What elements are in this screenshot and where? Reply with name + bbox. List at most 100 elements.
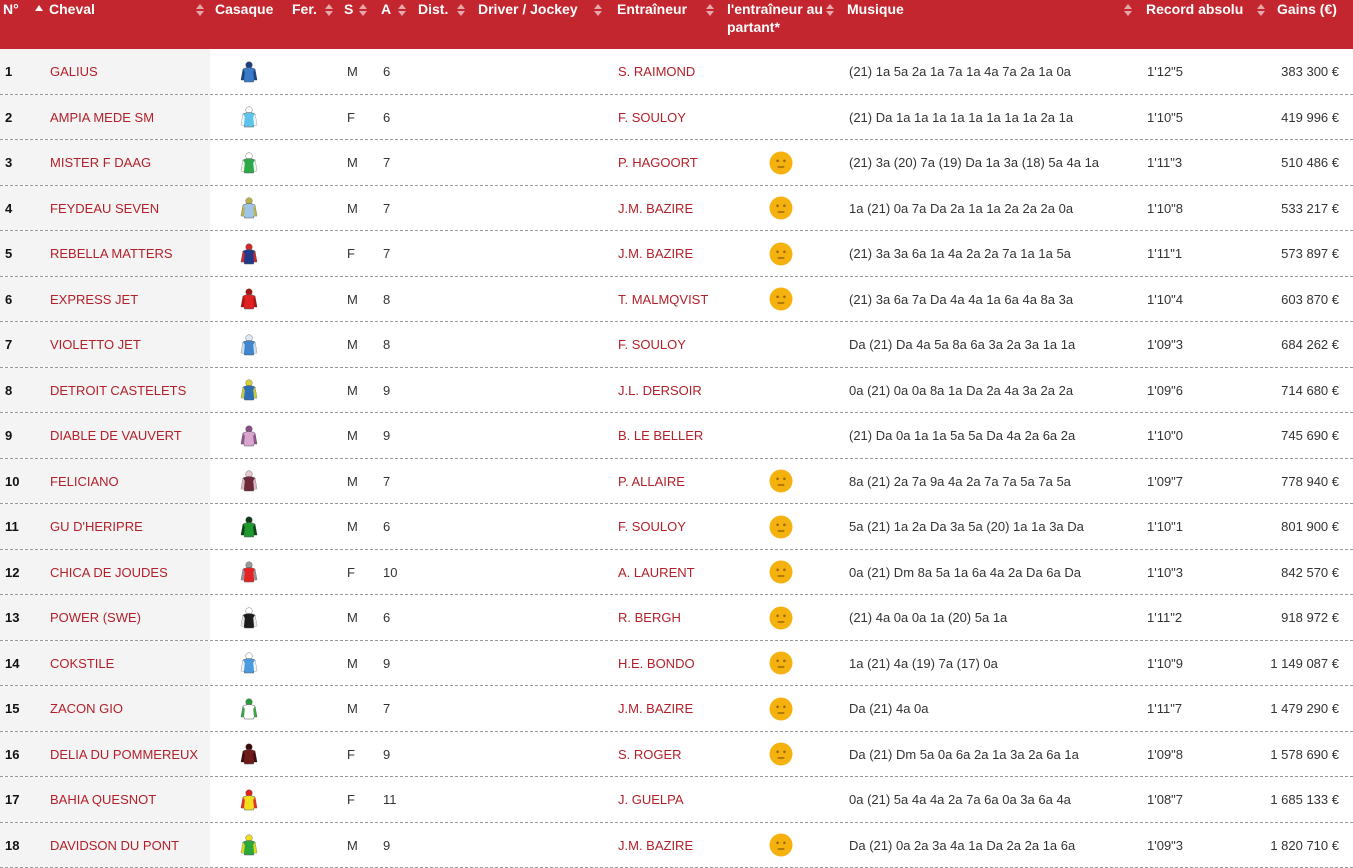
trainer-link[interactable]: F. SOULOY (618, 95, 686, 139)
header-sexe[interactable]: S (344, 1, 353, 17)
horse-name-link[interactable]: DELIA DU POMMEREUX (50, 732, 198, 776)
musique-performance: 8a (21) 2a 7a 9a 4a 2a 7a 7a 5a 7a 5a (849, 473, 1071, 489)
table-row[interactable]: 17 BAHIA QUESNOT F 11 J. GUELPA 0a (21) 5a 4a… (0, 777, 1353, 823)
header-dist[interactable]: Dist. (418, 1, 448, 17)
trainer-link[interactable]: J.M. BAZIRE (618, 686, 693, 731)
table-row[interactable]: 3 MISTER F DAAG M 7 P. HAGOORT (21) 3a (20) 7… (0, 140, 1353, 186)
table-row[interactable]: 15 ZACON GIO M 7 J.M. BAZIRE Da (21) 4a 0a 1'1… (0, 686, 1353, 732)
trainer-link[interactable]: S. ROGER (618, 732, 682, 776)
table-row[interactable]: 8 DETROIT CASTELETS M 9 J.L. DERSOIR 0a (21) … (0, 368, 1353, 413)
horse-name-link[interactable]: FELICIANO (50, 459, 119, 503)
horse-name-link[interactable]: POWER (SWE) (50, 595, 141, 640)
table-row[interactable]: 6 EXPRESS JET M 8 T. MALMQVIST (21) 3a 6a 7a … (0, 277, 1353, 322)
trainer-link[interactable]: B. LE BELLER (618, 413, 703, 458)
gains-amount: 1 578 690 € (1270, 746, 1339, 762)
header-entraineur-partant[interactable]: l'entraîneur au (727, 1, 823, 17)
horse-name-link[interactable]: FEYDEAU SEVEN (50, 186, 159, 230)
horse-name-link[interactable]: DAVIDSON DU PONT (50, 823, 179, 867)
horse-name-link[interactable]: REBELLA MATTERS (50, 231, 173, 276)
casaque-icon (238, 504, 260, 549)
trainer-link[interactable]: P. HAGOORT (618, 140, 698, 185)
musique-performance: Da (21) Da 4a 5a 8a 6a 3a 2a 3a 1a 1a (849, 337, 1076, 352)
sort-icon[interactable] (398, 3, 406, 17)
horse-name-link[interactable]: GU D'HERIPRE (50, 504, 143, 549)
sort-icon[interactable] (706, 3, 714, 17)
trainer-link[interactable]: S. RAIMOND (618, 49, 695, 94)
horse-name-link[interactable]: MISTER F DAAG (50, 140, 151, 185)
neutral-face-icon (769, 140, 795, 185)
horse-sex: M (347, 473, 358, 489)
runner-number: 18 (5, 837, 20, 853)
sort-icon[interactable] (457, 3, 465, 17)
trainer-link[interactable]: J.M. BAZIRE (618, 186, 693, 230)
table-row[interactable]: 9 DIABLE DE VAUVERT M 9 B. LE BELLER (21) Da … (0, 413, 1353, 459)
trainer-link[interactable]: J.M. BAZIRE (618, 823, 693, 867)
table-row[interactable]: 16 DELIA DU POMMEREUX F 9 S. ROGER Da (21) Dm… (0, 732, 1353, 777)
header-entraineur[interactable]: Entraîneur (617, 1, 687, 17)
header-driver[interactable]: Driver / Jockey (478, 1, 578, 17)
horse-name-link[interactable]: VIOLETTO JET (50, 322, 141, 367)
horse-name-link[interactable]: DIABLE DE VAUVERT (50, 413, 182, 458)
sort-icon[interactable] (826, 3, 834, 17)
musique-performance: (21) 3a 6a 7a Da 4a 4a 1a 6a 4a 8a 3a (849, 291, 1074, 307)
sort-icon[interactable] (359, 3, 367, 17)
trainer-link[interactable]: J. GUELPA (618, 777, 684, 822)
horse-sex: M (347, 291, 358, 307)
horse-name-link[interactable]: ZACON GIO (50, 686, 123, 731)
table-row[interactable]: 5 REBELLA MATTERS F 7 J.M. BAZIRE (21) 3a 3a … (0, 231, 1353, 277)
neutral-face-icon (769, 686, 795, 731)
table-row[interactable]: 14 COKSTILE M 9 H.E. BONDO 1a (21) 4a (19) 7a… (0, 641, 1353, 686)
table-row[interactable]: 4 FEYDEAU SEVEN M 7 J.M. BAZIRE 1a (21) 0a 7a… (0, 186, 1353, 231)
sort-icon[interactable] (1124, 3, 1132, 17)
runner-number: 8 (5, 382, 13, 398)
gains-amount: 573 897 € (1281, 246, 1339, 261)
record-absolu: 1'10"8 (1147, 200, 1184, 216)
header-cheval[interactable]: Cheval (49, 1, 95, 17)
header-record[interactable]: Record absolu (1146, 1, 1243, 17)
trainer-link[interactable]: F. SOULOY (618, 504, 686, 549)
horse-name-link[interactable]: CHICA DE JOUDES (50, 550, 168, 594)
trainer-link[interactable]: A. LAURENT (618, 550, 695, 594)
sort-icon[interactable] (594, 3, 602, 17)
neutral-face-icon (769, 459, 795, 503)
table-row[interactable]: 2 AMPIA MEDE SM F 6 F. SOULOY (21) Da 1a 1a 1… (0, 95, 1353, 140)
sort-icon[interactable] (325, 3, 333, 17)
record-absolu: 1'11"1 (1147, 246, 1183, 261)
sort-icon[interactable] (1257, 3, 1265, 17)
casaque-icon (238, 459, 260, 503)
trainer-link[interactable]: P. ALLAIRE (618, 459, 685, 503)
trainer-link[interactable]: R. BERGH (618, 595, 681, 640)
trainer-link[interactable]: J.M. BAZIRE (618, 231, 693, 276)
table-row[interactable]: 13 POWER (SWE) M 6 R. BERGH (21) 4a 0a 0a 1a … (0, 595, 1353, 641)
table-row[interactable]: 11 GU D'HERIPRE M 6 F. SOULOY 5a (21) 1a 2a D… (0, 504, 1353, 550)
horse-sex: F (347, 564, 355, 580)
horse-sex: M (347, 200, 358, 216)
trainer-link[interactable]: J.L. DERSOIR (618, 368, 702, 412)
table-row[interactable]: 18 DAVIDSON DU PONT M 9 J.M. BAZIRE Da (21) 0… (0, 823, 1353, 868)
table-row[interactable]: 12 CHICA DE JOUDES F 10 A. LAURENT 0a (21) Dm… (0, 550, 1353, 595)
header-age[interactable]: A (381, 1, 391, 17)
trainer-link[interactable]: H.E. BONDO (618, 641, 695, 685)
sort-icon[interactable] (196, 3, 204, 17)
header-num[interactable]: N° (3, 1, 19, 17)
horse-name-link[interactable]: DETROIT CASTELETS (50, 368, 186, 412)
table-row[interactable]: 1 GALIUS M 6 S. RAIMOND (21) 1a 5a 2a 1a 7a 1… (0, 49, 1353, 95)
horse-name-link[interactable]: BAHIA QUESNOT (50, 777, 156, 822)
header-fer[interactable]: Fer. (292, 1, 317, 17)
horse-age: 9 (383, 655, 391, 671)
table-row[interactable]: 7 VIOLETTO JET M 8 F. SOULOY Da (21) Da 4a 5a… (0, 322, 1353, 368)
horse-name-link[interactable]: EXPRESS JET (50, 277, 138, 321)
trainer-link[interactable]: T. MALMQVIST (618, 277, 708, 321)
horse-name-link[interactable]: AMPIA MEDE SM (50, 95, 154, 139)
header-casaque[interactable]: Casaque (215, 1, 273, 17)
musique-performance: 1a (21) 4a (19) 7a (17) 0a (849, 655, 998, 671)
table-row[interactable]: 10 FELICIANO M 7 P. ALLAIRE 8a (21) 2a 7a 9a … (0, 459, 1353, 504)
horse-age: 7 (383, 473, 391, 489)
sort-asc-icon[interactable] (35, 3, 43, 17)
gains-amount: 1 820 710 € (1270, 837, 1339, 853)
horse-sex: M (347, 155, 358, 170)
horse-name-link[interactable]: COKSTILE (50, 641, 114, 685)
horse-name-link[interactable]: GALIUS (50, 49, 98, 94)
trainer-link[interactable]: F. SOULOY (618, 322, 686, 367)
header-gains[interactable]: Gains (€) (1277, 1, 1337, 17)
